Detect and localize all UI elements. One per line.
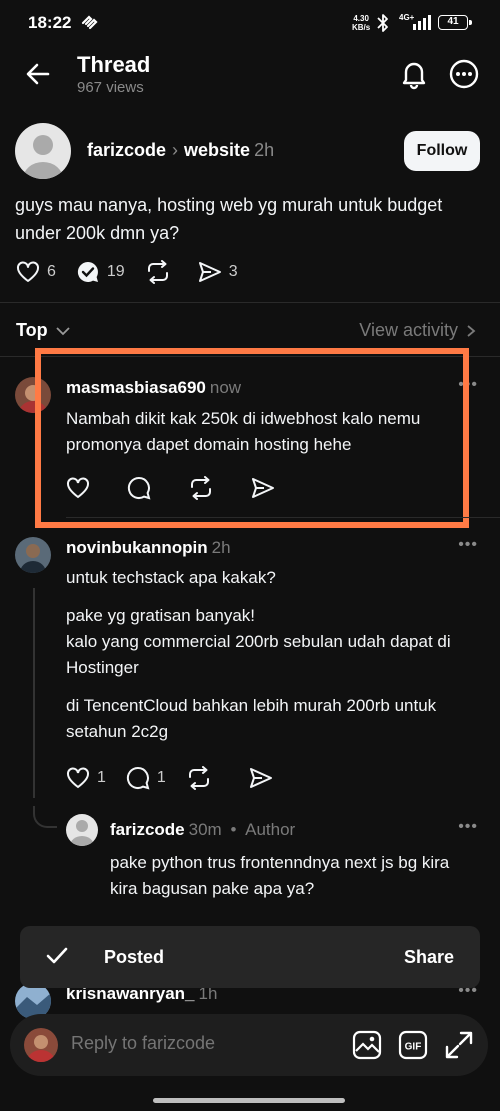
repost-icon <box>147 260 168 284</box>
sort-bar: Top View activity <box>0 318 500 344</box>
reply-avatar[interactable] <box>66 814 98 846</box>
home-indicator[interactable] <box>153 1098 345 1103</box>
highlight-box <box>35 348 469 528</box>
post-actions: 6 19 3 <box>16 260 258 284</box>
status-bar: 18:22 4.30 KB/s 4G+ 41 <box>0 0 500 46</box>
gif-icon[interactable]: GIF <box>398 1030 428 1065</box>
reply-time: 2h <box>211 538 231 557</box>
reply-username[interactable]: farizcode 30m • Author <box>110 820 295 840</box>
view-activity-link[interactable]: View activity <box>359 320 478 341</box>
follow-button[interactable]: Follow <box>404 131 480 171</box>
view-activity-label: View activity <box>359 320 458 340</box>
signal-icon: 4G+ <box>399 12 433 37</box>
chevron-down-icon <box>56 326 70 335</box>
page-title: Thread <box>77 52 151 77</box>
thread-header: Thread 967 views <box>0 46 500 106</box>
bluetooth-icon <box>376 13 390 38</box>
chevron-right-icon <box>467 324 476 337</box>
reply-more-icon[interactable]: ••• <box>458 818 478 836</box>
reply-username[interactable]: novinbukannopin 2h <box>66 538 231 558</box>
toast-status: Posted <box>104 947 165 967</box>
post-body: guys mau nanya, hosting web yg murah unt… <box>15 195 443 243</box>
author-badge: Author <box>245 820 296 839</box>
post-time: 2h <box>254 140 275 160</box>
divider <box>66 517 500 518</box>
svg-text:GIF: GIF <box>405 1042 422 1053</box>
send-icon <box>198 262 221 282</box>
battery-indicator: 41 <box>438 15 472 30</box>
verified-comment-icon <box>77 261 98 282</box>
reply-more-icon[interactable]: ••• <box>458 536 478 554</box>
expand-icon[interactable] <box>444 1030 474 1065</box>
reply-avatar[interactable] <box>15 537 51 573</box>
thread-connector <box>33 588 35 798</box>
checkmark-icon <box>46 946 68 971</box>
send-icon <box>249 768 272 788</box>
reply-time: 30m <box>188 820 222 839</box>
svg-text:4G+: 4G+ <box>399 13 415 22</box>
sort-label: Top <box>16 320 48 340</box>
reply-text: untuk techstack apa kakak? <box>66 568 276 587</box>
view-count: 967 views <box>77 79 144 96</box>
share-count: 3 <box>228 263 238 280</box>
comment-count: 1 <box>156 769 166 786</box>
sort-dropdown[interactable]: Top <box>16 320 72 341</box>
user-avatar <box>24 1028 58 1062</box>
repost-button[interactable] <box>145 260 178 284</box>
status-time: 18:22 <box>28 13 72 32</box>
back-arrow-icon[interactable] <box>24 60 52 93</box>
like-count: 6 <box>47 263 56 280</box>
network-speed: 4.30 KB/s <box>352 14 371 32</box>
reply-text: pake python trus frontenndnya next js bg… <box>110 853 450 898</box>
share-button[interactable]: 3 <box>198 261 238 283</box>
post-author-line: farizcode › website 2h <box>87 140 274 161</box>
image-icon[interactable] <box>352 1030 382 1065</box>
reply-text: pake yg gratisan banyak! kalo yang comme… <box>66 606 451 677</box>
share-button[interactable] <box>249 767 280 789</box>
chevron-right-icon: › <box>172 140 179 160</box>
heart-icon <box>67 767 89 789</box>
post-community[interactable]: website <box>184 140 250 160</box>
reply-text: di TencentCloud bahkan lebih murah 200rb… <box>66 696 437 741</box>
like-button[interactable]: 6 <box>16 261 56 283</box>
bell-icon[interactable] <box>398 58 430 95</box>
like-button[interactable]: 1 <box>66 767 106 789</box>
repost-button[interactable] <box>186 766 219 790</box>
reply-composer: GIF <box>10 1014 488 1076</box>
post-author[interactable]: farizcode <box>87 140 166 160</box>
posted-toast: Posted Share <box>20 926 480 988</box>
comment-button[interactable]: 19 <box>76 260 125 284</box>
divider <box>0 302 500 303</box>
more-options-icon[interactable] <box>448 58 480 95</box>
like-count: 1 <box>97 769 106 786</box>
reply-actions: 1 1 <box>66 766 300 790</box>
heart-icon <box>17 261 39 282</box>
reply-input[interactable] <box>71 1033 331 1054</box>
author-avatar[interactable] <box>15 123 71 179</box>
app-notification-icon <box>80 14 100 35</box>
comment-icon <box>126 766 150 790</box>
repost-icon <box>188 766 209 790</box>
comment-count: 19 <box>106 263 125 280</box>
toast-share-button[interactable]: Share <box>404 947 454 968</box>
comment-button[interactable]: 1 <box>126 766 166 790</box>
thread-connector <box>33 806 57 828</box>
